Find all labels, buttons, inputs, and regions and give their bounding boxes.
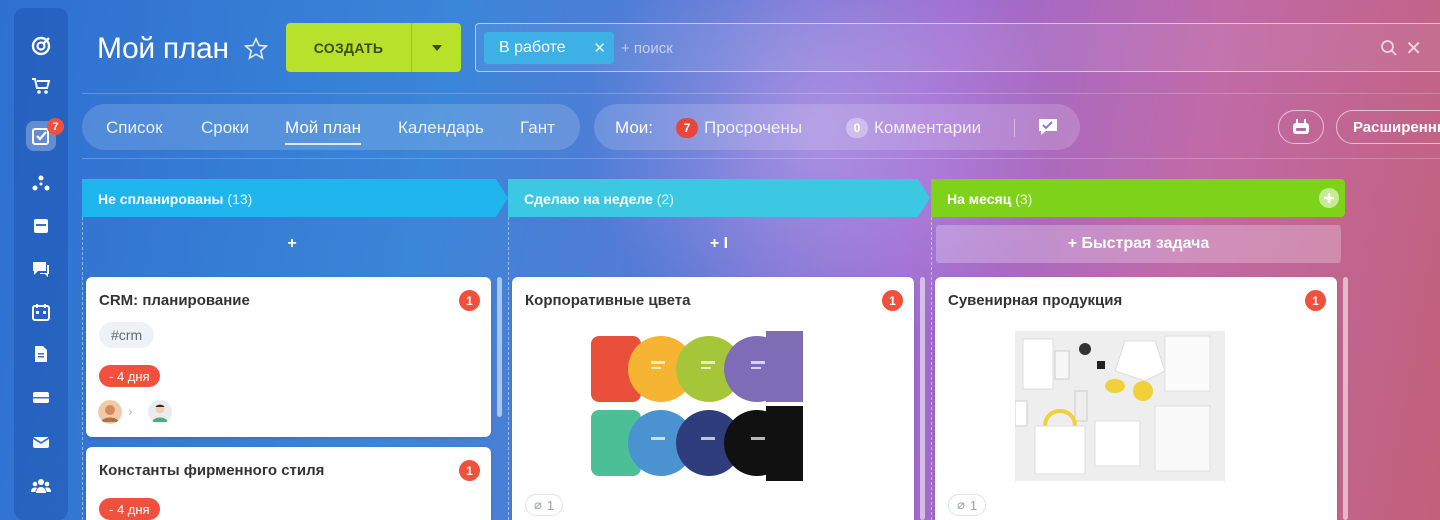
search-icon[interactable] xyxy=(1380,39,1398,57)
tab-gantt[interactable]: Гант xyxy=(520,118,555,138)
divider xyxy=(82,158,1440,159)
column-border xyxy=(82,217,83,520)
chat-icon[interactable] xyxy=(14,253,68,285)
add-column-icon[interactable] xyxy=(1319,188,1339,208)
deadline-badge[interactable]: - 4 дня xyxy=(99,365,160,387)
column-title: На месяц xyxy=(947,191,1012,207)
flow-icon[interactable] xyxy=(14,168,68,200)
column-count: (3) xyxy=(1015,191,1033,207)
task-card[interactable]: CRM: планирование 1 #crm - 4 дня › xyxy=(86,277,491,437)
create-button[interactable]: СОЗДАТЬ xyxy=(286,23,461,72)
robot-button[interactable] xyxy=(1278,110,1324,144)
deadline-badge[interactable]: - 4 дня xyxy=(99,498,160,520)
paperclip-icon: ⌀ xyxy=(957,497,965,512)
paperclip-icon: ⌀ xyxy=(534,497,542,512)
overdue-label: Просрочены xyxy=(704,118,803,137)
add-task-button[interactable]: + I xyxy=(508,225,930,263)
attachment-badge[interactable]: ⌀ 1 xyxy=(525,494,564,516)
search-input[interactable]: + поиск xyxy=(621,40,673,57)
responsible-avatar[interactable] xyxy=(148,400,172,424)
overdue-filter[interactable]: 7 Просрочены xyxy=(676,118,802,138)
favorite-star-icon[interactable] xyxy=(243,36,269,62)
search-bar[interactable]: В работе ✕ + поиск ✕ xyxy=(475,23,1440,72)
view-switcher: Список Сроки Мой план Календарь Гант xyxy=(82,104,580,150)
left-rail: 7 xyxy=(14,8,68,520)
divider xyxy=(82,93,1440,94)
calendar-card-icon[interactable] xyxy=(14,210,68,242)
tab-deadlines[interactable]: Сроки xyxy=(201,118,249,138)
souvenir-image xyxy=(1015,331,1225,481)
filter-chip-label: В работе xyxy=(499,39,566,56)
column-border xyxy=(508,217,509,520)
comments-label: Комментарии xyxy=(874,118,982,137)
column-title: Сделаю на неделе xyxy=(524,191,653,207)
mail-icon[interactable] xyxy=(14,426,68,458)
tasks-badge: 7 xyxy=(47,118,64,135)
my-label: Мои: xyxy=(615,118,654,137)
document-icon[interactable] xyxy=(14,338,68,370)
tab-my-plan[interactable]: Мой план xyxy=(285,118,361,145)
task-title: Корпоративные цвета xyxy=(525,292,691,309)
quick-task-button[interactable]: + Быстрая задача xyxy=(936,225,1341,263)
column-border xyxy=(931,217,932,520)
column-header-week[interactable]: Сделаю на неделе (2) xyxy=(508,179,918,217)
drive-icon[interactable] xyxy=(14,381,68,413)
filter-chip[interactable]: В работе ✕ xyxy=(484,32,614,64)
task-card[interactable]: Константы фирменного стиля 1 - 4 дня xyxy=(86,447,491,520)
task-card[interactable]: Корпоративные цвета 1 ⌀ 1 xyxy=(512,277,914,520)
extended-button[interactable]: Расширенный xyxy=(1336,110,1440,144)
palette-image xyxy=(591,331,803,481)
column-header-month[interactable]: На месяц (3) xyxy=(931,179,1311,217)
tab-calendar[interactable]: Календарь xyxy=(398,118,484,138)
page-title: Мой план xyxy=(97,32,229,65)
comments-count: 0 xyxy=(846,118,868,138)
chat-check-icon[interactable] xyxy=(1037,117,1059,137)
column-title: Не спланированы xyxy=(98,191,224,207)
attachment-badge[interactable]: ⌀ 1 xyxy=(948,494,987,516)
column-count: (2) xyxy=(656,191,674,207)
chevron-down-icon[interactable] xyxy=(412,44,461,51)
tab-list[interactable]: Список xyxy=(106,118,163,138)
task-title: Константы фирменного стиля xyxy=(99,462,325,479)
robot-icon xyxy=(1293,119,1309,134)
creator-avatar[interactable] xyxy=(98,400,122,424)
comment-badge: 1 xyxy=(882,290,903,311)
team-icon[interactable] xyxy=(14,470,68,502)
chevron-right-icon: › xyxy=(128,403,133,419)
comments-filter[interactable]: 0 Комментарии xyxy=(846,118,981,138)
comment-badge: 1 xyxy=(1305,290,1326,311)
column-scrollbar[interactable] xyxy=(1343,277,1348,520)
task-title: CRM: планирование xyxy=(99,292,250,309)
search-clear-icon[interactable]: ✕ xyxy=(1405,36,1422,61)
chip-close-icon[interactable]: ✕ xyxy=(593,39,606,57)
column-scrollbar[interactable] xyxy=(920,277,925,520)
attachment-count: 1 xyxy=(546,497,555,513)
add-task-button[interactable]: + xyxy=(82,225,502,263)
logo-icon[interactable] xyxy=(14,30,68,62)
calendar-icon[interactable] xyxy=(14,296,68,328)
divider xyxy=(1014,119,1015,137)
overdue-count: 7 xyxy=(676,118,698,138)
create-button-label: СОЗДАТЬ xyxy=(313,39,384,56)
attachment-count: 1 xyxy=(969,497,978,513)
column-scrollbar[interactable] xyxy=(497,277,502,417)
task-tag[interactable]: #crm xyxy=(99,322,155,348)
tasks-icon[interactable]: 7 xyxy=(14,118,68,152)
comment-badge: 1 xyxy=(459,290,480,311)
task-card[interactable]: Сувенирная продукция 1 ⌀ 1 xyxy=(935,277,1337,520)
cart-icon[interactable] xyxy=(14,70,68,102)
task-title: Сувенирная продукция xyxy=(948,292,1123,309)
column-count: (13) xyxy=(227,191,253,207)
comment-badge: 1 xyxy=(459,460,480,481)
my-counters: Мои: 7 Просрочены 0 Комментарии xyxy=(594,104,1080,150)
column-header-unplanned[interactable]: Не спланированы (13) xyxy=(82,179,496,217)
